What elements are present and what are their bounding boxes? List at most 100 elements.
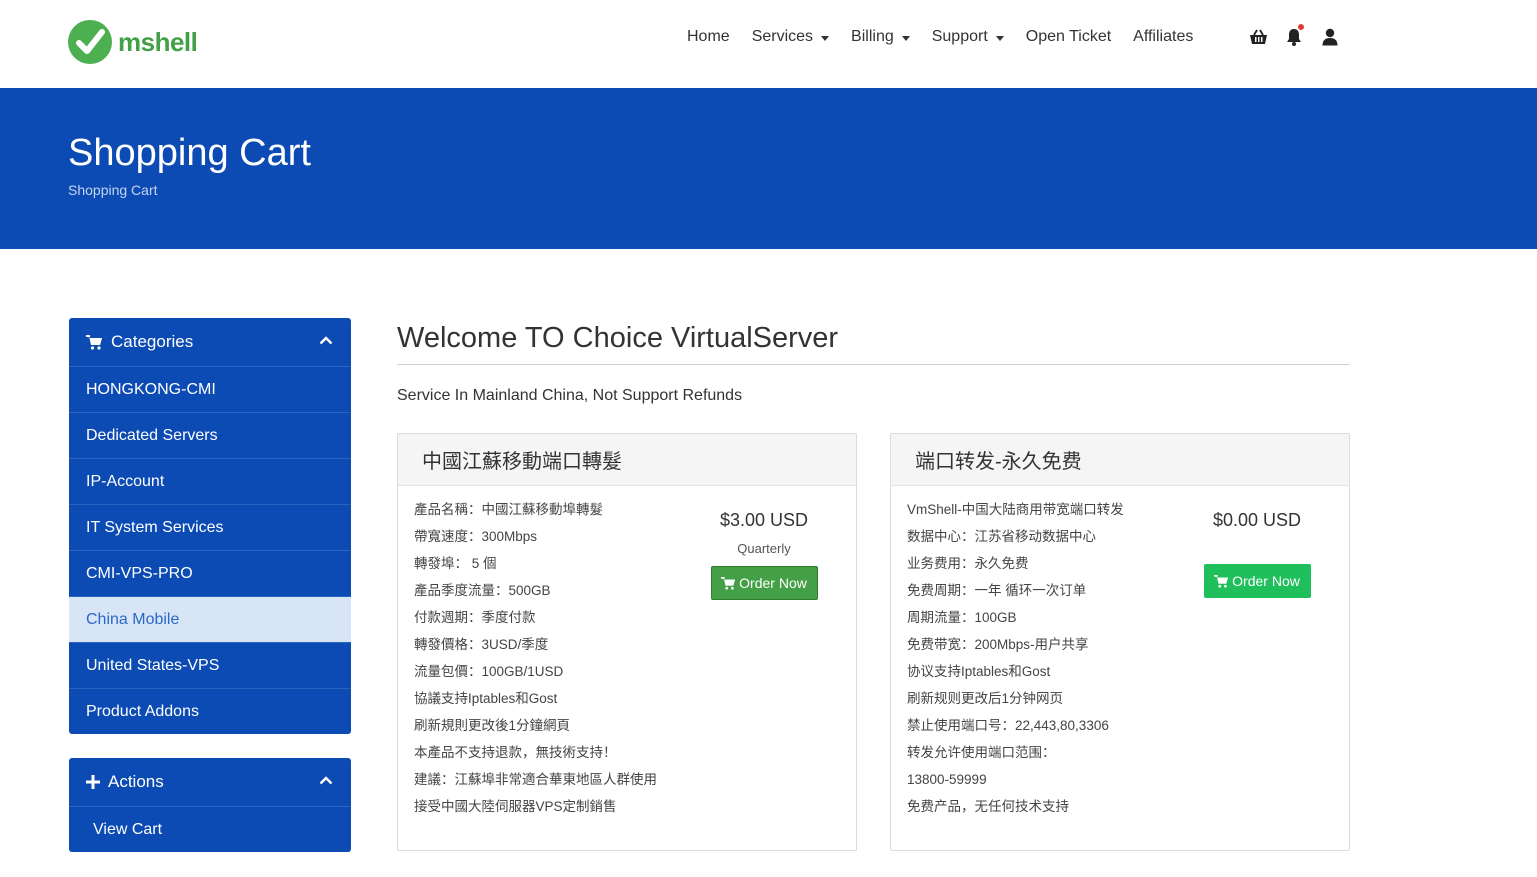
feature-line: 免费周期：一年 循环一次订单	[907, 583, 1087, 598]
price-box: $0.00 USD Order Now	[1203, 510, 1311, 598]
breadcrumb[interactable]: Shopping Cart	[68, 182, 158, 198]
cart-icon	[86, 334, 102, 350]
main-nav: Home Services Billing Support Open Ticke…	[687, 26, 1215, 48]
sidebar-item-label: Product Addons	[86, 702, 199, 720]
categories-header[interactable]: Categories	[69, 318, 351, 366]
price-box: $3.00 USD Quarterly Order Now	[710, 510, 818, 600]
categories-title: Categories	[111, 332, 194, 351]
order-now-button[interactable]: Order Now	[710, 566, 818, 600]
feature-line: 刷新規則更改後1分鐘網頁	[414, 718, 571, 733]
section-title: Welcome TO Choice VirtualServer	[397, 322, 839, 354]
sidebar-item-label: CMI-VPS-PRO	[86, 564, 193, 582]
sidebar-item-it-system-services[interactable]: IT System Services	[69, 504, 351, 550]
notification-dot	[1298, 24, 1304, 30]
sidebar-item-label: View Cart	[93, 820, 163, 838]
caret-down-icon	[995, 35, 1004, 41]
plus-icon	[86, 775, 100, 789]
product-price: $3.00 USD	[719, 510, 809, 530]
sidebar-item-cmi-vps-pro[interactable]: CMI-VPS-PRO	[69, 550, 351, 596]
order-now-button[interactable]: Order Now	[1203, 564, 1311, 598]
nav-support-label: Support	[931, 28, 988, 45]
sidebar-item-dedicated-servers[interactable]: Dedicated Servers	[69, 412, 351, 458]
sidebar-item-hongkong-cmi[interactable]: HONGKONG-CMI	[69, 366, 351, 412]
nav-open-ticket-label: Open Ticket	[1025, 28, 1112, 45]
nav-services-label: Services	[751, 28, 814, 45]
feature-line: 轉發埠： 5 個	[414, 556, 497, 571]
product-name: 端口转发-永久免费	[891, 434, 1349, 486]
nav-support[interactable]: Support	[932, 26, 1004, 48]
sidebar-item-view-cart[interactable]: View Cart	[69, 806, 351, 852]
feature-line: 周期流量：100GB	[907, 610, 1017, 625]
nav-affiliates[interactable]: Affiliates	[1133, 26, 1193, 48]
header-icons	[1248, 24, 1356, 47]
feature-line: 產品名稱：中國江蘇移動埠轉髮	[414, 502, 603, 517]
actions-panel: Actions View Cart	[69, 758, 351, 852]
nav-billing-label: Billing	[851, 28, 894, 45]
caret-down-icon	[901, 35, 910, 41]
sidebar-item-ip-account[interactable]: IP-Account	[69, 458, 351, 504]
product-name: 中國江蘇移動端口轉髮	[398, 434, 856, 486]
feature-line: 接受中國大陸伺服器VPS定制銷售	[414, 799, 617, 814]
user-icon[interactable]	[1320, 27, 1340, 47]
sidebar-item-product-addons[interactable]: Product Addons	[69, 688, 351, 734]
page-banner: Shopping Cart Shopping Cart	[0, 88, 1537, 249]
feature-line: 禁止使用端口号：22,443,80,3306	[907, 718, 1109, 733]
caret-down-icon	[821, 35, 830, 41]
feature-line: 协议支持Iptables和Gost	[907, 664, 1051, 679]
nav-affiliates-label: Affiliates	[1133, 28, 1194, 45]
page-title: Shopping Cart	[68, 132, 311, 174]
sidebar-item-united-states-vps[interactable]: United States-VPS	[69, 642, 351, 688]
feature-line: 付款週期：季度付款	[414, 610, 536, 625]
feature-line: 流量包價：100GB/1USD	[414, 664, 564, 679]
sidebar-item-china-mobile[interactable]: China Mobile	[69, 596, 351, 642]
feature-line: 13800-59999	[907, 772, 987, 787]
nav-home[interactable]: Home	[687, 26, 730, 48]
sidebar-item-label: HONGKONG-CMI	[86, 380, 216, 398]
product-price: $0.00 USD	[1212, 510, 1302, 530]
sidebar-item-label: IP-Account	[86, 472, 165, 490]
sidebar-item-label: IT System Services	[86, 518, 224, 536]
feature-line: 轉發價格：3USD/季度	[414, 637, 549, 652]
product-card: 中國江蘇移動端口轉髮 產品名稱：中國江蘇移動埠轉髮 帶寬速度：300Mbps 轉…	[397, 433, 857, 851]
feature-line: VmShell-中国大陆商用带宽端口转发	[907, 502, 1124, 517]
feature-line: 免费产品，无任何技术支持	[907, 799, 1069, 814]
actions-title: Actions	[108, 772, 164, 791]
sidebar-item-label: Dedicated Servers	[86, 426, 218, 444]
billing-cycle: Quarterly	[737, 541, 791, 556]
feature-line: 数据中心：江苏省移动数据中心	[907, 529, 1096, 544]
nav-services[interactable]: Services	[751, 26, 830, 48]
chevron-up-icon[interactable]	[319, 776, 333, 785]
order-now-label: Order Now	[739, 575, 807, 591]
sidebar-item-label: China Mobile	[86, 610, 180, 628]
feature-line: 免费带宽：200Mbps-用户共享	[907, 637, 1089, 652]
brand-logo[interactable]: mshell	[68, 20, 198, 64]
feature-line: 建議：江蘇埠非常適合華東地區人群使用	[414, 772, 657, 787]
categories-panel: Categories HONGKONG-CMI Dedicated Server…	[69, 318, 351, 734]
feature-line: 刷新规则更改后1分钟网页	[907, 691, 1064, 706]
product-features: VmShell-中国大陆商用带宽端口转发 数据中心：江苏省移动数据中心 业务费用…	[907, 496, 1124, 820]
nav-open-ticket[interactable]: Open Ticket	[1026, 26, 1111, 48]
sidebar-item-label: United States-VPS	[86, 656, 220, 674]
feature-line: 協議支持Iptables和Gost	[414, 691, 558, 706]
cart-icon	[721, 576, 736, 590]
cart-icon	[1214, 574, 1229, 588]
basket-icon[interactable]	[1248, 27, 1268, 47]
divider	[397, 364, 1350, 365]
nav-home-label: Home	[687, 28, 730, 45]
section-description: Service In Mainland China, Not Support R…	[397, 387, 743, 404]
nav-billing[interactable]: Billing	[851, 26, 910, 48]
chevron-up-icon[interactable]	[319, 336, 333, 345]
order-now-label: Order Now	[1232, 573, 1300, 589]
actions-header[interactable]: Actions	[69, 758, 351, 806]
bell-icon[interactable]	[1284, 24, 1304, 47]
feature-line: 帶寬速度：300Mbps	[414, 529, 538, 544]
feature-line: 產品季度流量：500GB	[414, 583, 551, 598]
feature-line: 转发允许使用端口范围：	[907, 745, 1056, 760]
feature-line: 本產品不支持退款，無技術支持！	[414, 745, 617, 760]
brand-name: mshell	[118, 26, 198, 57]
top-navbar: mshell Home Services Billing Support Ope…	[0, 0, 1537, 88]
product-card: 端口转发-永久免费 VmShell-中国大陆商用带宽端口转发 数据中心：江苏省移…	[890, 433, 1350, 851]
product-features: 產品名稱：中國江蘇移動埠轉髮 帶寬速度：300Mbps 轉發埠： 5 個 產品季…	[414, 496, 657, 820]
feature-line: 业务费用：永久免费	[907, 556, 1029, 571]
checkmark-logo-icon	[68, 20, 112, 64]
